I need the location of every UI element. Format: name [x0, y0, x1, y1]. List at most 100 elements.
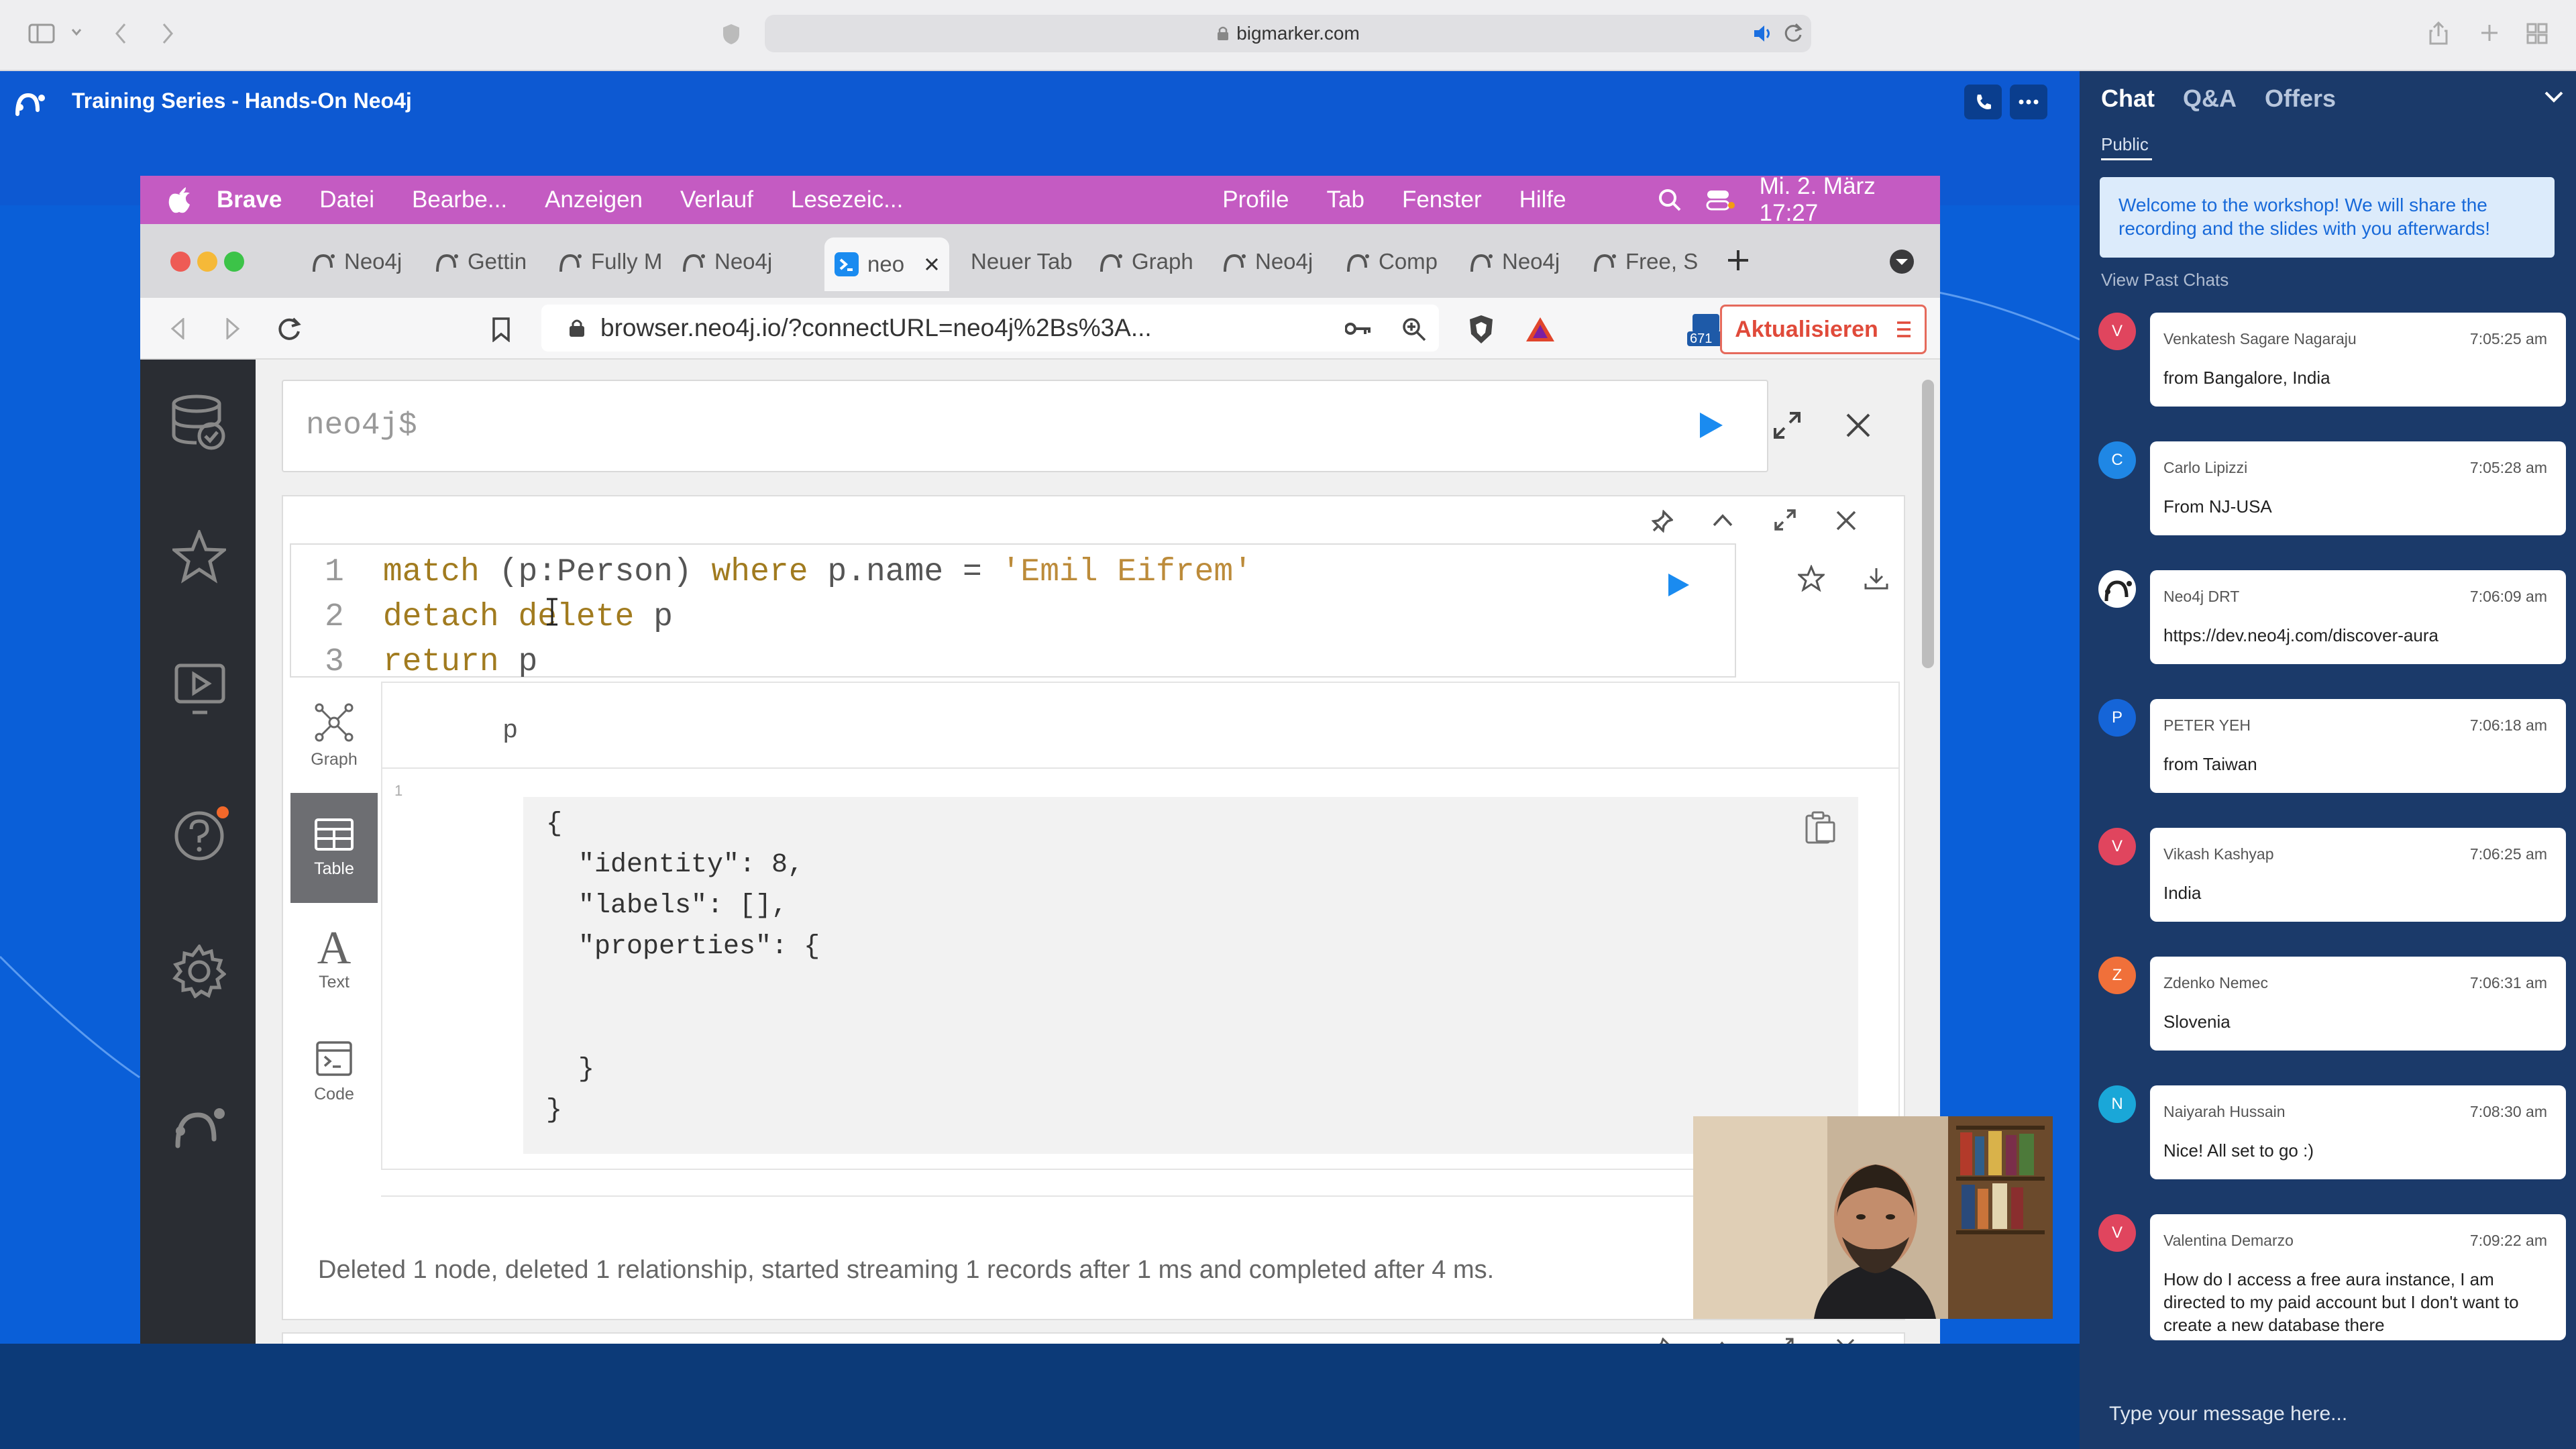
speaker-icon[interactable]	[1752, 24, 1775, 43]
browser-tab[interactable]: Graph	[1089, 237, 1210, 286]
result-tab-table[interactable]: Table	[290, 793, 378, 903]
forward-icon[interactable]	[225, 318, 241, 339]
database-icon[interactable]	[170, 394, 227, 452]
browser-tab[interactable]: Neo4j	[672, 237, 792, 286]
back-arrow-icon[interactable]	[114, 22, 127, 45]
sidebar-toggle-icon[interactable]	[28, 23, 55, 44]
close-tab-icon[interactable]	[924, 257, 939, 272]
result-tab-graph[interactable]: Graph	[290, 680, 378, 790]
close-editor-icon[interactable]	[1845, 412, 1872, 439]
help-icon[interactable]	[172, 806, 230, 864]
control-center-icon[interactable]	[1706, 189, 1735, 211]
favorite-star-icon[interactable]	[1798, 565, 1825, 592]
menu-bearbeiten[interactable]: Bearbe...	[412, 186, 507, 213]
fullscreen-icon[interactable]	[1774, 508, 1796, 531]
pin-icon[interactable]	[1652, 510, 1673, 533]
menu-anzeigen[interactable]: Anzeigen	[545, 186, 643, 213]
collapse-chevron-up-icon[interactable]	[1712, 1340, 1732, 1344]
menu-tab[interactable]: Tab	[1327, 186, 1364, 213]
spotlight-search-icon[interactable]	[1658, 188, 1682, 212]
back-icon[interactable]	[170, 318, 186, 339]
rerun-play-icon[interactable]	[1666, 572, 1690, 598]
tab-menu-icon[interactable]	[1888, 248, 1915, 275]
json-cell[interactable]: { "identity": 8, "labels": [], "properti…	[523, 797, 1858, 1154]
browser-tab[interactable]: Neo4j	[1212, 237, 1333, 286]
share-icon[interactable]	[2428, 20, 2449, 46]
collapse-chevron-up-icon[interactable]	[1712, 513, 1733, 527]
brave-address-bar[interactable]: browser.neo4j.io/?connectURL=neo4j%2Bs%3…	[541, 305, 1439, 352]
copy-clipboard-icon[interactable]	[1805, 810, 1837, 845]
message-text[interactable]: https://dev.neo4j.com/discover-aura	[2163, 624, 2553, 647]
browser-tab[interactable]: Comp	[1336, 237, 1456, 286]
brave-rewards-icon[interactable]	[1525, 315, 1556, 343]
chat-panel: Chat Q&A Offers Public Welcome to the wo…	[2080, 71, 2576, 1449]
close-frame-icon[interactable]	[1835, 510, 1857, 531]
key-icon[interactable]	[1345, 321, 1372, 337]
apple-icon[interactable]	[167, 186, 191, 214]
neo4j-favicon-icon	[436, 254, 458, 272]
result-tab-text[interactable]: A Text	[290, 904, 378, 1014]
app-menu-brave[interactable]: Brave	[217, 186, 282, 213]
menu-hilfe[interactable]: Hilfe	[1519, 186, 1566, 213]
chevron-down-icon[interactable]	[71, 28, 82, 36]
address-bar[interactable]: bigmarker.com	[765, 15, 1811, 52]
browser-tab[interactable]: Gettin	[425, 237, 545, 286]
guides-play-icon[interactable]	[174, 663, 226, 715]
bookmark-icon[interactable]	[492, 317, 511, 342]
tab-overview-icon[interactable]	[2526, 23, 2548, 44]
settings-gear-icon[interactable]	[172, 945, 226, 998]
browser-tab[interactable]: Neo4j	[1459, 237, 1580, 286]
query-code-box[interactable]: 1 match (p:Person) where p.name = 'Emil E…	[290, 543, 1736, 680]
privacy-shield-icon[interactable]	[722, 23, 741, 46]
menu-fenster[interactable]: Fenster	[1402, 186, 1482, 213]
close-frame-icon[interactable]	[1835, 1338, 1856, 1344]
tab-qa[interactable]: Q&A	[2183, 85, 2237, 113]
browser-tab[interactable]: Neuer Tab	[957, 237, 1085, 286]
menu-datei[interactable]: Datei	[319, 186, 374, 213]
view-past-chats-link[interactable]: View Past Chats	[2101, 270, 2229, 290]
phone-button[interactable]	[1964, 85, 2002, 119]
result-tab-code[interactable]: Code	[290, 1017, 378, 1127]
browser-tab-active[interactable]: neo	[824, 237, 949, 291]
run-query-play-icon[interactable]	[1697, 411, 1724, 440]
menu-verlauf[interactable]: Verlauf	[680, 186, 753, 213]
browser-tab[interactable]: Free, S	[1582, 237, 1703, 286]
tab-chat[interactable]: Chat	[2101, 85, 2155, 113]
divider	[381, 1195, 1900, 1197]
forward-arrow-icon[interactable]	[161, 22, 174, 45]
new-tab-plus-icon[interactable]	[1726, 248, 1750, 272]
pin-icon[interactable]	[1652, 1338, 1672, 1344]
tab-offers[interactable]: Offers	[2265, 85, 2336, 113]
scrollbar-thumb[interactable]	[1922, 380, 1934, 668]
message-text: Slovenia	[2163, 1012, 2231, 1032]
chat-message: Naiyarah Hussain 7:08:30 am Nice! All set …	[2150, 1085, 2566, 1179]
subtab-public[interactable]: Public	[2101, 134, 2149, 155]
mac-menu-bar: Brave Datei Bearbe... Anzeigen Verlauf L…	[140, 176, 1940, 226]
window-controls[interactable]	[167, 248, 261, 275]
more-options-button[interactable]	[2010, 85, 2047, 119]
browser-tab[interactable]: Neo4j	[301, 237, 422, 286]
cypher-editor[interactable]: neo4j$	[282, 380, 1870, 472]
update-button[interactable]: Aktualisieren	[1720, 305, 1927, 354]
neo4j-logo-icon[interactable]	[171, 1102, 227, 1150]
zoom-icon[interactable]	[1401, 317, 1427, 342]
expand-icon[interactable]	[1772, 411, 1802, 440]
menu-profile[interactable]: Profile	[1222, 186, 1289, 213]
collapse-chevron-down-icon[interactable]	[2544, 90, 2564, 103]
fullscreen-icon[interactable]	[1774, 1338, 1794, 1344]
download-icon[interactable]	[1864, 566, 1889, 590]
neo4j-favicon-icon	[1224, 254, 1246, 272]
browser-tab[interactable]: Fully M	[548, 237, 669, 286]
subtab-underline	[2101, 158, 2152, 160]
extension-icon[interactable]: 671	[1687, 310, 1725, 347]
code-line: 1 match (p:Person) where p.name = 'Emil E…	[325, 554, 1252, 590]
new-tab-icon[interactable]	[2479, 23, 2500, 43]
user-avatar: P	[2098, 699, 2136, 737]
reload-icon[interactable]	[1783, 23, 1803, 44]
chat-input[interactable]: Type your message here...	[2109, 1403, 2347, 1426]
menu-lesezeichen[interactable]: Lesezeic...	[791, 186, 903, 213]
favorites-star-icon[interactable]	[172, 530, 226, 584]
presenter-webcam	[1693, 1116, 2053, 1319]
brave-shields-icon[interactable]	[1467, 314, 1495, 345]
reload-icon[interactable]	[277, 317, 303, 342]
